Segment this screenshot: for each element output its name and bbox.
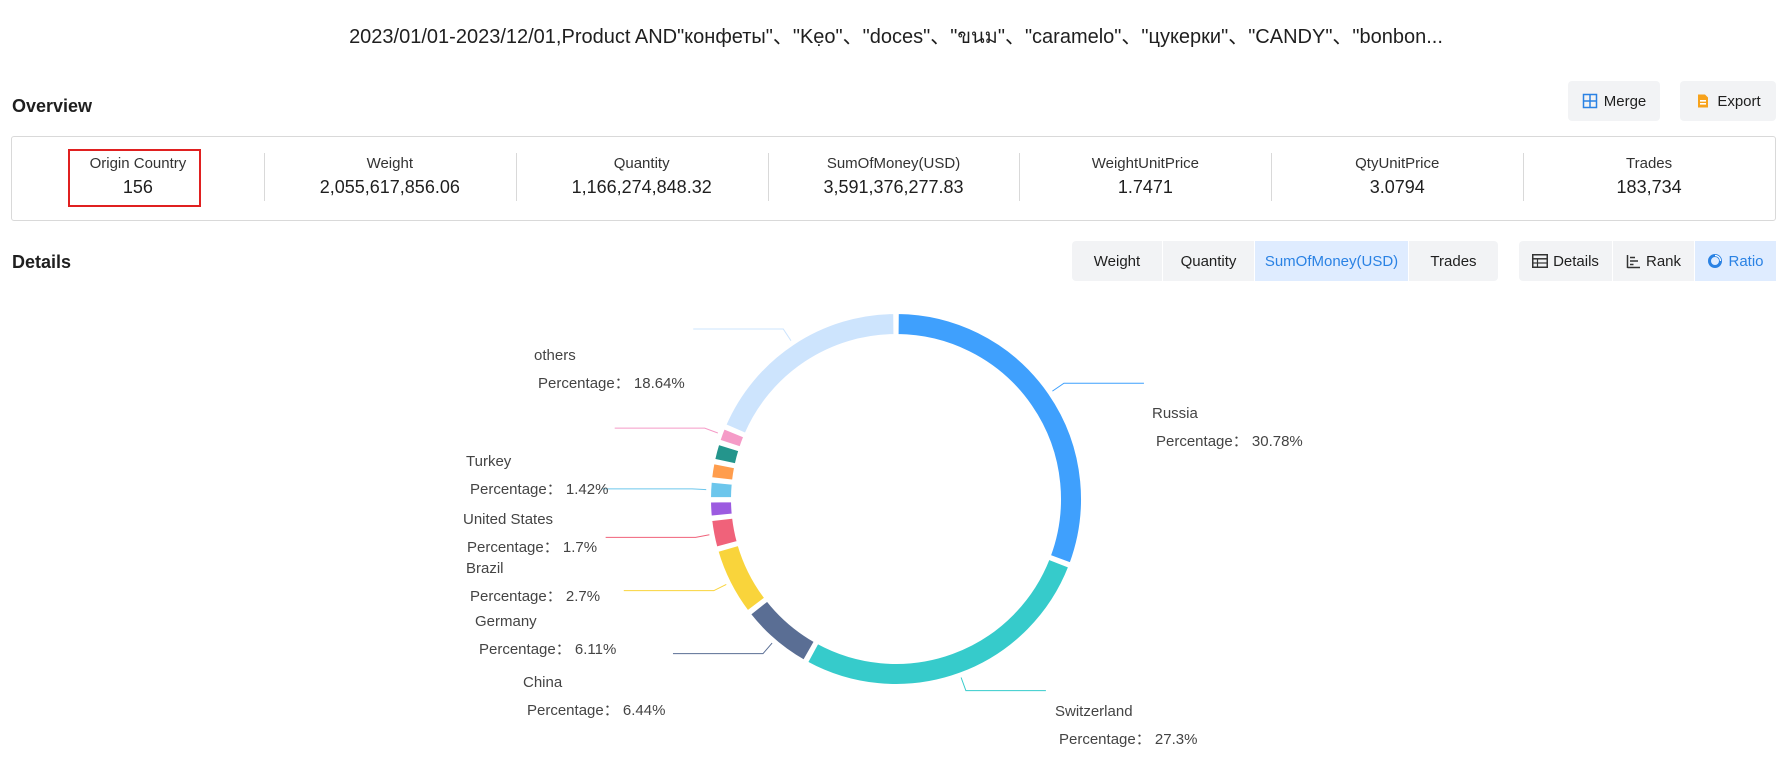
pie-slice-brazil[interactable] [710, 516, 739, 549]
ratio-donut-chart: Russia Percentage： 30.78% Switzerland Perce… [463, 311, 1303, 748]
metric-tab-group: Weight Quantity SumOfMoney(USD) Trades [1072, 241, 1498, 281]
slice-name-label: United States [463, 511, 553, 528]
ratio-icon [1708, 254, 1723, 268]
slice-percentage-label: Percentage： 30.78% [1156, 433, 1303, 450]
slice-name-label: others [534, 347, 576, 364]
view-tab-group: Details Rank Ratio [1519, 241, 1776, 281]
metric-label: Weight [366, 155, 413, 172]
slice-name-label: China [523, 674, 563, 691]
slice-percentage-label: Percentage： 2.7% [470, 588, 600, 605]
label-leader-line [602, 488, 707, 491]
slice-percentage-label: Percentage： 1.42% [470, 481, 608, 498]
label-leader-line [614, 427, 719, 434]
view-tab-details[interactable]: Details [1519, 241, 1612, 281]
metric-weight-unit-price[interactable]: WeightUnitPrice 1.7471 [1019, 137, 1271, 220]
metric-value: 183,734 [1616, 177, 1682, 197]
label-leader-line [672, 642, 773, 655]
slice-name-label: Brazil [466, 560, 504, 577]
label-leader-line [960, 677, 1046, 692]
export-button[interactable]: Export [1680, 81, 1776, 121]
metric-quantity[interactable]: Quantity 1,166,274,848.32 [515, 137, 768, 220]
view-tab-label: Rank [1645, 252, 1682, 270]
tab-quantity[interactable]: Quantity [1162, 241, 1254, 281]
pie-slice-china[interactable] [748, 599, 817, 662]
pie-slice-others[interactable] [724, 311, 896, 436]
view-tab-rank[interactable]: Rank [1612, 241, 1694, 281]
metric-value: 2,055,617,856.06 [319, 177, 460, 197]
slice-name-label: Germany [475, 613, 537, 630]
metric-value: 3.0794 [1369, 177, 1425, 197]
export-icon [1698, 94, 1709, 108]
view-tab-label: Details [1553, 252, 1599, 270]
merge-icon [1582, 93, 1597, 109]
tab-trades[interactable]: Trades [1408, 241, 1498, 281]
export-label: Export [1717, 92, 1761, 110]
metric-value: 1.7471 [1117, 177, 1173, 197]
pie-slice-unlabeled-8[interactable] [713, 442, 741, 466]
merge-label: Merge [1603, 92, 1647, 110]
metric-label: QtyUnitPrice [1355, 155, 1440, 172]
page-title: 2023/01/01-2023/12/01,Product AND"конфет… [349, 26, 1443, 48]
metric-label: Quantity [613, 155, 670, 172]
overview-summary: Origin Country 156 Weight 2,055,617,856.… [11, 136, 1776, 221]
slice-name-label: Turkey [466, 453, 512, 470]
slice-percentage-label: Percentage： 1.7% [467, 539, 597, 556]
pie-slice-russia[interactable] [896, 311, 1083, 565]
metric-sum-of-money[interactable]: SumOfMoney(USD) 3,591,376,277.83 [767, 137, 1020, 220]
view-tab-label: Ratio [1728, 252, 1764, 270]
pie-slice-unlabeled-5[interactable] [709, 500, 734, 518]
view-tab-ratio[interactable]: Ratio [1694, 241, 1776, 281]
pie-slice-germany[interactable] [716, 543, 767, 613]
overview-heading: Overview [12, 96, 93, 116]
slice-percentage-label: Percentage： 18.64% [538, 375, 685, 392]
slice-percentage-label: Percentage： 6.44% [527, 702, 665, 719]
metric-value: 3,591,376,277.83 [823, 177, 964, 197]
label-leader-line [623, 583, 727, 592]
metric-trades[interactable]: Trades 183,734 [1523, 137, 1775, 220]
selection-highlight [68, 149, 201, 207]
label-leader-line [1052, 382, 1144, 392]
pie-slice-unlabeled-7[interactable] [710, 461, 737, 482]
metric-label: SumOfMoney(USD) [826, 155, 961, 172]
slice-name-label: Switzerland [1055, 703, 1133, 720]
slice-name-label: Russia [1152, 405, 1199, 422]
metric-label: WeightUnitPrice [1091, 155, 1199, 172]
table-icon [1532, 254, 1549, 268]
slice-percentage-label: Percentage： 27.3% [1059, 731, 1197, 748]
metric-label: Trades [1626, 155, 1673, 172]
tab-sum-of-money[interactable]: SumOfMoney(USD) [1254, 241, 1408, 281]
metric-value: 1,166,274,848.32 [571, 177, 712, 197]
label-leader-line [605, 534, 710, 538]
label-leader-line [693, 328, 792, 341]
merge-button[interactable]: Merge [1568, 81, 1660, 121]
tab-weight[interactable]: Weight [1072, 241, 1162, 281]
pie-slice-united-states[interactable] [708, 480, 734, 500]
rank-icon [1626, 254, 1640, 268]
pie-slice-switzerland[interactable] [805, 557, 1071, 686]
metric-qty-unit-price[interactable]: QtyUnitPrice 3.0794 [1271, 137, 1523, 220]
details-heading: Details [12, 252, 72, 272]
metric-weight[interactable]: Weight 2,055,617,856.06 [263, 137, 516, 220]
metric-origin-country[interactable]: Origin Country 156 [12, 137, 264, 220]
slice-percentage-label: Percentage： 6.11% [479, 641, 616, 658]
